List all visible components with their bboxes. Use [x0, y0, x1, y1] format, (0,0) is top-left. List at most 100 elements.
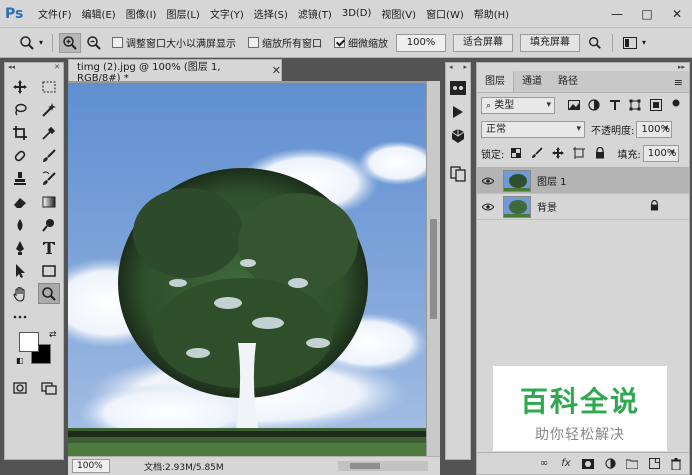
close-tab-icon[interactable]: ✕	[272, 64, 281, 77]
new-layer-icon[interactable]	[647, 457, 661, 471]
healing-brush-tool-icon[interactable]	[9, 145, 31, 166]
tab-layers[interactable]: 图层	[477, 71, 514, 92]
eye-icon[interactable]	[477, 203, 499, 211]
panel-collapse-bar[interactable]: ▸▸	[477, 63, 689, 71]
layer-filter-dropdown[interactable]: ⌕ 类型	[481, 96, 556, 114]
layer-name[interactable]: 图层 1	[537, 173, 689, 188]
layer-name[interactable]: 背景	[537, 199, 650, 214]
quick-mask-icon[interactable]	[9, 377, 31, 398]
menu-view[interactable]: 视图(V)	[376, 6, 421, 21]
new-group-icon[interactable]	[625, 457, 639, 471]
swap-colors-icon[interactable]: ⇄	[49, 330, 57, 340]
lock-artboard-icon[interactable]	[570, 144, 588, 162]
zoom-level-field[interactable]: 100%	[72, 459, 110, 473]
menu-filter[interactable]: 滤镜(T)	[293, 6, 337, 21]
lock-position-icon[interactable]	[549, 144, 567, 162]
canvas[interactable]	[68, 83, 426, 456]
zoom-in-icon[interactable]	[59, 32, 82, 53]
link-layers-icon[interactable]: ∞	[537, 457, 551, 471]
menu-image[interactable]: 图像(I)	[121, 6, 162, 21]
maximize-button[interactable]: □	[632, 0, 662, 28]
eraser-tool-icon[interactable]	[9, 191, 31, 212]
menu-3d[interactable]: 3D(D)	[337, 8, 377, 19]
move-tool-icon[interactable]	[9, 76, 31, 97]
panel-collapse-bar[interactable]: ◂ ▸	[446, 63, 470, 75]
filter-adjustment-icon[interactable]	[586, 96, 604, 114]
zoom-tool-icon[interactable]	[37, 283, 60, 304]
rectangle-tool-icon[interactable]	[38, 260, 60, 281]
search-icon[interactable]	[584, 33, 606, 53]
more-tools-icon[interactable]	[9, 306, 31, 327]
type-tool-icon[interactable]	[38, 237, 60, 258]
history-brush-tool-icon[interactable]	[38, 168, 60, 189]
layer-row[interactable]: 图层 1	[477, 168, 689, 194]
brush-tool-icon[interactable]	[38, 145, 60, 166]
default-colors-icon[interactable]: ◧	[16, 356, 24, 365]
zoom-value-field[interactable]: 100%	[396, 33, 447, 52]
menu-file[interactable]: 文件(F)	[33, 6, 77, 21]
tab-paths[interactable]: 路径	[550, 71, 586, 92]
delete-layer-icon[interactable]	[669, 457, 683, 471]
eyedropper-tool-icon[interactable]	[38, 122, 60, 143]
hand-tool-icon[interactable]	[9, 283, 31, 304]
3d-panel-icon[interactable]	[447, 125, 469, 147]
blur-tool-icon[interactable]	[9, 214, 31, 235]
chevron-down-icon[interactable]: ▾	[642, 38, 646, 47]
fit-screen-button[interactable]: 适合屏幕	[453, 33, 514, 52]
lock-transparent-icon[interactable]	[507, 144, 525, 162]
crop-tool-icon[interactable]	[9, 122, 31, 143]
dodge-tool-icon[interactable]	[38, 214, 60, 235]
horizontal-scrollbar[interactable]	[338, 461, 428, 471]
menu-window[interactable]: 窗口(W)	[421, 6, 469, 21]
filter-toggle-icon[interactable]	[668, 96, 686, 114]
screen-mode-icon[interactable]	[38, 377, 60, 398]
menu-select[interactable]: 选择(S)	[249, 6, 293, 21]
play-actions-icon[interactable]	[447, 101, 469, 123]
layer-row[interactable]: 背景	[477, 194, 689, 220]
filter-shape-icon[interactable]	[627, 96, 645, 114]
filter-type-icon[interactable]	[606, 96, 624, 114]
marquee-tool-icon[interactable]	[38, 76, 60, 97]
fill-screen-button[interactable]: 填充屏幕	[520, 33, 581, 52]
filter-smart-object-icon[interactable]	[647, 96, 665, 114]
document-size-info[interactable]: 文档:2.93M/5.85M	[144, 460, 224, 473]
path-selection-tool-icon[interactable]	[9, 260, 31, 281]
brush-presets-icon[interactable]	[447, 77, 469, 99]
blend-mode-dropdown[interactable]: 正常	[481, 120, 585, 138]
minimize-button[interactable]: —	[602, 0, 632, 28]
scrollbar-thumb[interactable]	[350, 463, 380, 469]
clone-stamp-tool-icon[interactable]	[9, 168, 31, 189]
panel-menu-icon[interactable]: ≡	[674, 76, 683, 89]
layer-style-icon[interactable]: fx	[559, 457, 573, 471]
resize-windows-checkbox[interactable]	[112, 37, 124, 48]
menu-edit[interactable]: 编辑(E)	[77, 6, 121, 21]
add-mask-icon[interactable]	[581, 457, 595, 471]
close-button[interactable]: ✕	[662, 0, 692, 28]
panel-collapse-bar[interactable]: ◂◂ ✕	[5, 63, 63, 75]
workspace-icon[interactable]	[619, 33, 641, 53]
zoom-tool-preset-icon[interactable]	[16, 33, 38, 53]
scrubby-zoom-checkbox[interactable]	[334, 37, 346, 48]
foreground-color-swatch[interactable]	[19, 332, 39, 352]
eye-icon[interactable]	[477, 177, 499, 185]
zoom-all-windows-checkbox[interactable]	[248, 37, 260, 48]
magic-wand-tool-icon[interactable]	[38, 99, 60, 120]
filter-pixel-icon[interactable]	[565, 96, 583, 114]
document-tab[interactable]: timg (2).jpg @ 100% (图层 1, RGB/8#) * ✕	[68, 59, 282, 84]
lock-all-icon[interactable]	[591, 144, 609, 162]
pen-tool-icon[interactable]	[9, 237, 31, 258]
vertical-scrollbar[interactable]	[427, 81, 440, 456]
adjustment-layer-icon[interactable]	[603, 457, 617, 471]
lasso-tool-icon[interactable]	[9, 99, 31, 120]
lock-pixels-icon[interactable]	[528, 144, 546, 162]
chevron-down-icon[interactable]: ▾	[39, 38, 43, 47]
layer-comps-icon[interactable]	[447, 163, 469, 185]
zoom-out-icon[interactable]	[83, 33, 105, 53]
fill-field[interactable]: 100%	[642, 144, 679, 162]
menu-type[interactable]: 文字(Y)	[205, 6, 249, 21]
scrollbar-thumb[interactable]	[430, 219, 437, 319]
tab-channels[interactable]: 通道	[514, 71, 550, 92]
opacity-field[interactable]: 100%	[636, 120, 673, 138]
menu-help[interactable]: 帮助(H)	[469, 6, 514, 21]
gradient-tool-icon[interactable]	[38, 191, 60, 212]
